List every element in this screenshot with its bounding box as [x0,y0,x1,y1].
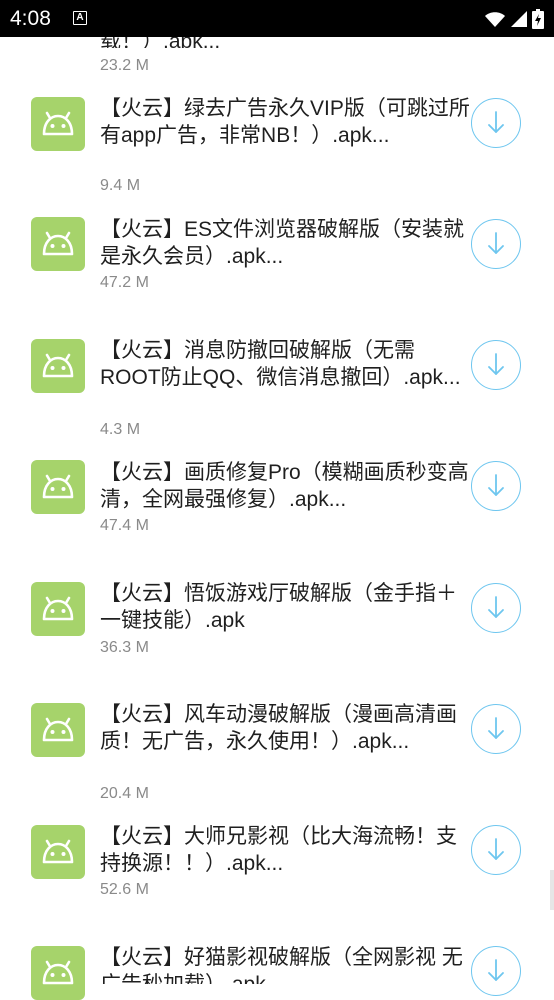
item-size: 23.2 M [100,57,149,74]
download-arrow-icon [488,717,504,739]
android-icon [31,946,85,1000]
item-size: 47.2 M [100,274,149,291]
cellular-signal-icon [511,11,527,27]
download-arrow-icon [488,474,504,496]
download-arrow-icon [488,353,504,375]
item-title: 【火云】悟饭游戏厅破解版（金手指＋一键技能）.apk [100,582,457,632]
item-size: 36.3 M [100,639,149,656]
wifi-icon [485,12,505,27]
download-button[interactable] [471,219,521,269]
item-title: 【火云】绿去广告永久VIP版（可跳过所有app广告，非常NB！）.apk... [100,97,470,147]
download-button[interactable] [471,98,521,148]
android-icon [31,97,85,151]
status-icons [484,8,544,30]
item-size: 4.3 M [100,421,141,438]
item-size: 20.4 M [100,785,149,802]
item-title: 【火云】画质修复Pro（模糊画质秒变高清，全网最强修复）.apk... [100,461,469,511]
item-title: 【火云】消息防撤回破解版（无需ROOT防止QQ、微信消息撤回）.apk... [100,339,461,389]
download-button[interactable] [471,340,521,390]
download-button[interactable] [471,704,521,754]
battery-charging-icon [532,9,544,29]
download-arrow-icon [488,596,504,618]
android-icon [31,217,85,271]
status-bar: 4:08 A [0,0,554,37]
android-icon [31,460,85,514]
download-arrow-icon [488,838,504,860]
download-arrow-icon [488,111,504,133]
android-icon [31,703,85,757]
edge-handle[interactable] [550,870,554,910]
android-icon [31,582,85,636]
item-title: 【火云】风车动漫破解版（漫画高清画质！无广告，永久使用！）.apk... [100,703,457,753]
android-icon [31,825,85,879]
item-size: 47.4 M [100,517,149,534]
android-icon [31,339,85,393]
download-button[interactable] [471,825,521,875]
item-title: 【火云】好猫影视破解版（全网影视 无广告秒加载）.apk [100,946,463,984]
download-button[interactable] [471,461,521,511]
item-title: 【火云】ES文件浏览器破解版（安装就是永久会员）.apk... [100,218,465,268]
notification-icon: A [73,11,87,25]
download-button[interactable] [471,583,521,633]
download-arrow-icon [488,959,504,981]
file-list: 载！）.apk... 23.2 M 【火云】绿去广告永久VIP版（可跳过所有ap… [0,0,554,1000]
download-button[interactable] [471,946,521,996]
item-size: 52.6 M [100,881,149,898]
status-time: 4:08 [10,7,51,30]
item-title: 【火云】大师兄影视（比大海流畅！支持换源！！）.apk... [100,825,457,875]
item-size: 9.4 M [100,177,141,194]
download-arrow-icon [488,232,504,254]
